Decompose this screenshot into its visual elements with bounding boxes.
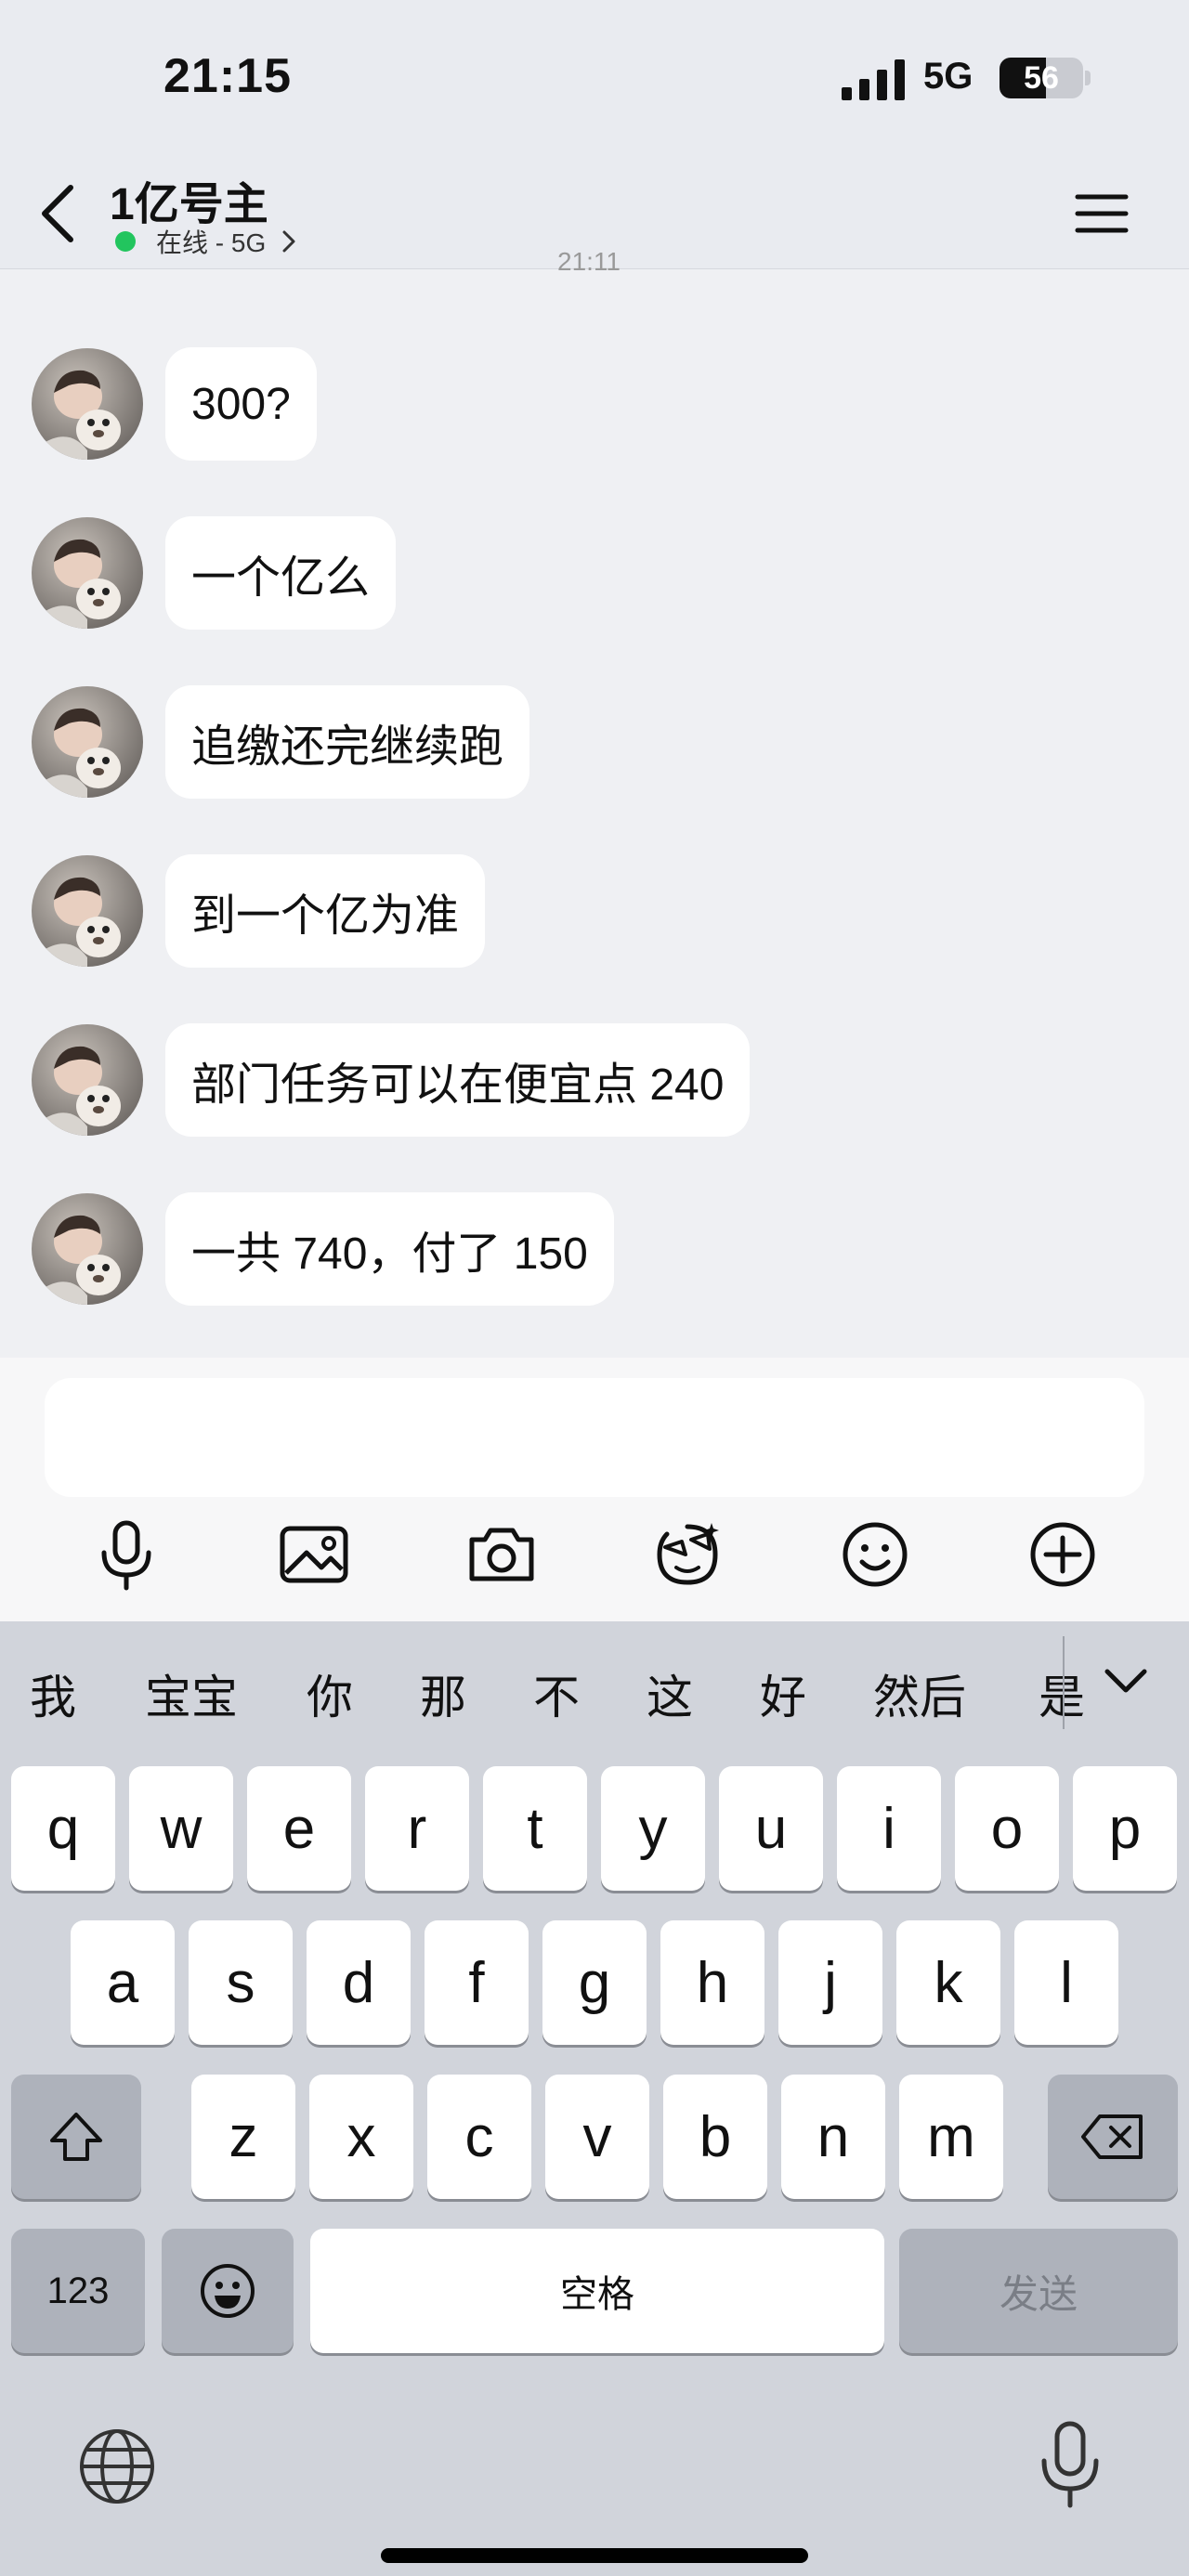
- candidate-divider: [1063, 1636, 1065, 1729]
- key-j[interactable]: j: [778, 1920, 882, 2045]
- network-type: 5G: [923, 56, 973, 97]
- avatar[interactable]: [32, 855, 143, 967]
- message-row: 到一个亿为准: [32, 854, 486, 968]
- key-d[interactable]: d: [307, 1920, 411, 2045]
- avatar[interactable]: [32, 1024, 143, 1136]
- contact-status-text: 在线 - 5G: [156, 228, 267, 257]
- key-a[interactable]: a: [71, 1920, 175, 2045]
- status-bar: 21:15 5G 56: [0, 0, 1189, 158]
- composer: [0, 1358, 1189, 1621]
- key-e[interactable]: e: [247, 1766, 351, 1891]
- home-indicator: [381, 2548, 808, 2563]
- key-r[interactable]: r: [365, 1766, 469, 1891]
- message-row: 追缴还完继续跑: [32, 685, 530, 799]
- key-g[interactable]: g: [542, 1920, 647, 2045]
- message-row: 一共 740，付了 150: [32, 1192, 614, 1306]
- message-bubble[interactable]: 300?: [165, 347, 317, 461]
- key-q[interactable]: q: [11, 1766, 115, 1891]
- candidate-word[interactable]: 好: [760, 1660, 806, 1727]
- signal-icon: [842, 59, 905, 100]
- status-time: 21:15: [163, 49, 292, 103]
- key-v[interactable]: v: [545, 2075, 649, 2199]
- avatar[interactable]: [32, 686, 143, 798]
- candidate-word[interactable]: 然后: [873, 1660, 966, 1727]
- emoji-icon: [201, 2264, 255, 2318]
- mic-icon[interactable]: [89, 1517, 163, 1592]
- backspace-icon: [1081, 2114, 1143, 2159]
- avatar[interactable]: [32, 517, 143, 629]
- message-bubble[interactable]: 一共 740，付了 150: [165, 1192, 614, 1306]
- key-h[interactable]: h: [660, 1920, 764, 2045]
- key-n[interactable]: n: [781, 2075, 885, 2199]
- dictation-mic-icon[interactable]: [1039, 2420, 1102, 2509]
- avatar[interactable]: [32, 348, 143, 460]
- message-bubble[interactable]: 追缴还完继续跑: [165, 685, 530, 799]
- space-key[interactable]: 空格: [310, 2229, 884, 2353]
- key-p[interactable]: p: [1073, 1766, 1177, 1891]
- globe-icon[interactable]: [76, 2426, 158, 2507]
- candidate-word[interactable]: 宝宝: [145, 1660, 238, 1727]
- candidate-bar: 我 宝宝 你那不这好然后 是: [0, 1621, 1189, 1761]
- shift-icon: [50, 2113, 102, 2161]
- key-b[interactable]: b: [663, 2075, 767, 2199]
- keyboard: 我 宝宝 你那不这好然后 是 qwertyuiop asdfghjkl zxcvbnm 1…: [0, 1621, 1189, 2576]
- backspace-key[interactable]: [1048, 2075, 1178, 2199]
- menu-icon[interactable]: [1074, 186, 1130, 241]
- candidate-word[interactable]: 那: [420, 1660, 466, 1727]
- key-f[interactable]: f: [425, 1920, 529, 2045]
- key-o[interactable]: o: [955, 1766, 1059, 1891]
- key-w[interactable]: w: [129, 1766, 233, 1891]
- battery-icon: 56: [1000, 58, 1083, 98]
- candidate-word[interactable]: 不: [533, 1660, 580, 1727]
- battery-tip: [1085, 71, 1091, 85]
- battery-level: 56: [1024, 60, 1059, 96]
- key-x[interactable]: x: [309, 2075, 413, 2199]
- key-t[interactable]: t: [483, 1766, 587, 1891]
- message-bubble[interactable]: 部门任务可以在便宜点 240: [165, 1023, 751, 1137]
- back-chevron-icon[interactable]: [37, 180, 82, 247]
- key-i[interactable]: i: [837, 1766, 941, 1891]
- send-key[interactable]: 发送: [899, 2229, 1178, 2353]
- key-c[interactable]: c: [427, 2075, 531, 2199]
- key-y[interactable]: y: [601, 1766, 705, 1891]
- key-s[interactable]: s: [189, 1920, 293, 2045]
- candidate-word[interactable]: 你: [307, 1660, 353, 1727]
- contact-status[interactable]: 在线 - 5G: [115, 223, 297, 260]
- shift-key[interactable]: [11, 2075, 141, 2199]
- key-k[interactable]: k: [896, 1920, 1000, 2045]
- chevron-down-icon[interactable]: [1102, 1657, 1150, 1705]
- avatar[interactable]: [32, 1193, 143, 1305]
- message-bubble[interactable]: 一个亿么: [165, 516, 397, 630]
- candidate-word[interactable]: 是: [1039, 1660, 1085, 1727]
- message-input[interactable]: [45, 1378, 1144, 1497]
- candidate-word[interactable]: 这: [647, 1660, 693, 1727]
- image-icon[interactable]: [277, 1517, 351, 1592]
- key-m[interactable]: m: [899, 2075, 1003, 2199]
- numbers-key[interactable]: 123: [11, 2229, 145, 2353]
- online-dot: [115, 231, 136, 252]
- emoji-icon[interactable]: [838, 1517, 912, 1592]
- message-bubble[interactable]: 到一个亿为准: [165, 854, 486, 968]
- sticker-icon[interactable]: [650, 1517, 725, 1592]
- message-row: 300?: [32, 347, 317, 461]
- key-z[interactable]: z: [191, 2075, 295, 2199]
- candidate-word[interactable]: 我: [30, 1660, 76, 1727]
- emoji-key[interactable]: [162, 2229, 294, 2353]
- camera-icon[interactable]: [464, 1517, 539, 1592]
- message-row: 一个亿么: [32, 516, 397, 630]
- message-row: 部门任务可以在便宜点 240: [32, 1023, 751, 1137]
- key-u[interactable]: u: [719, 1766, 823, 1891]
- chevron-right-icon: [282, 230, 295, 253]
- message-timestamp: 21:11: [557, 247, 621, 276]
- key-l[interactable]: l: [1014, 1920, 1118, 2045]
- add-icon[interactable]: [1026, 1517, 1100, 1592]
- composer-toolbar: [0, 1517, 1189, 1610]
